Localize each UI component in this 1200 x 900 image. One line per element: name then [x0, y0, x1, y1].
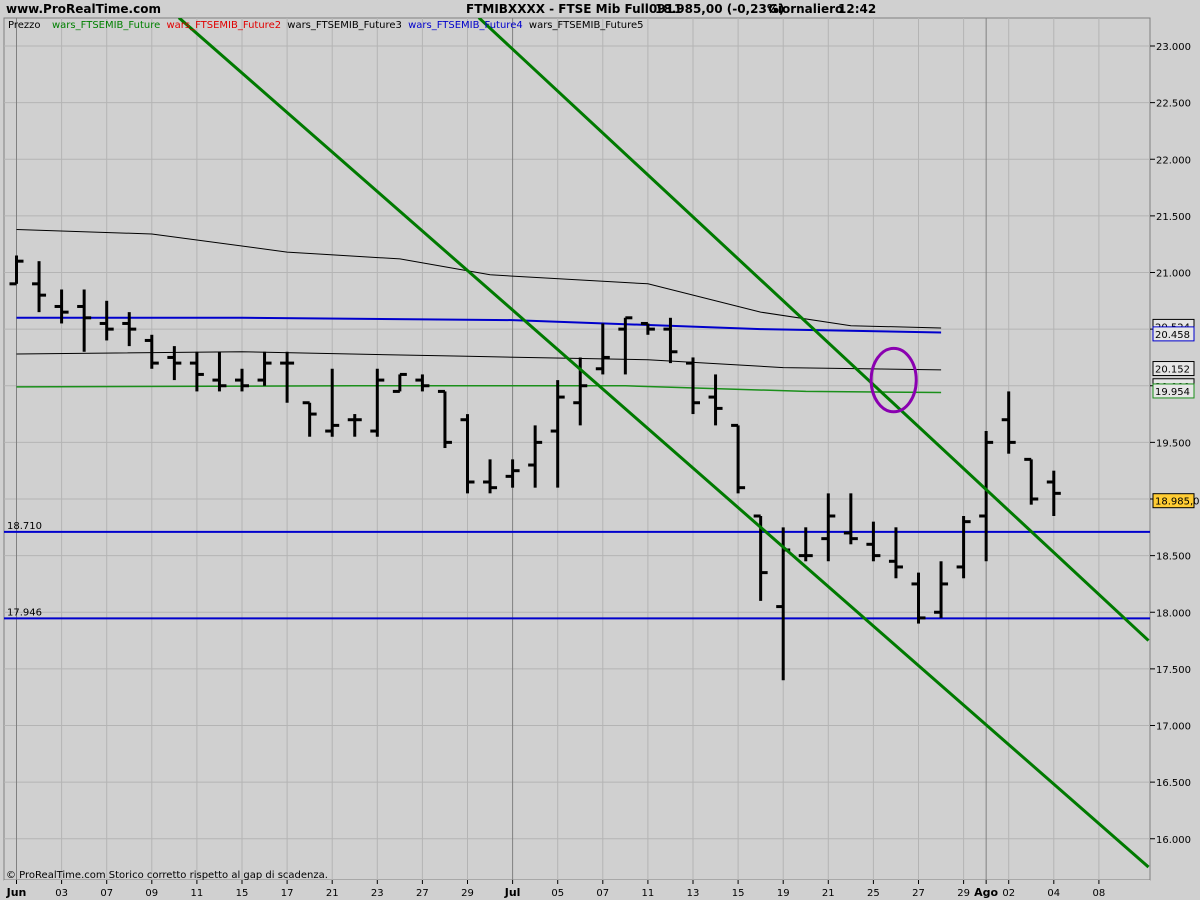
x-tick-label: 09 — [145, 888, 158, 899]
price-tag: 18.985,0 — [1152, 493, 1200, 509]
x-tick-label: 08 — [1093, 888, 1106, 899]
x-tick-label: Jul — [504, 886, 521, 899]
price-tag: 20.458 — [1152, 326, 1195, 342]
x-tick-label: 03 — [55, 888, 68, 899]
x-axis: Jun 03 07 09 11 15 17 21 23 27 29 Jul 05 07 11 13 15 19 21… — [4, 880, 1150, 900]
y-tick-label: 22.000 — [1156, 155, 1191, 166]
period-label: Giornaliero — [768, 2, 843, 16]
y-tick-label: 17.000 — [1156, 722, 1191, 733]
y-tick-label: 19.500 — [1156, 438, 1191, 449]
x-tick-label: 04 — [1047, 888, 1060, 899]
x-tick-label: 21 — [326, 888, 339, 899]
price-tag: 20.152 — [1152, 361, 1195, 377]
x-tick-label: 02 — [1002, 888, 1015, 899]
x-tick-label: 21 — [822, 888, 835, 899]
price-tag-label: 18.985,0 — [1155, 497, 1200, 508]
support-label: 17.946 — [7, 607, 42, 618]
x-tick-label: 05 — [551, 888, 564, 899]
legend-item-2: wars_FTSEMIB_Future2 — [166, 20, 281, 31]
x-tick-label: 07 — [100, 888, 113, 899]
legend-item-1: wars_FTSEMIB_Future — [52, 20, 160, 31]
support-label: 18.710 — [7, 521, 42, 532]
y-tick-label: 22.500 — [1156, 99, 1191, 110]
chart-root: www.ProRealTime.com FTMIBXXXX - FTSE Mib… — [0, 0, 1200, 900]
legend-item-4: wars_FTSEMIB_Future4 — [408, 20, 523, 31]
site-label: www.ProRealTime.com — [6, 2, 161, 16]
x-tick-label: 17 — [281, 888, 294, 899]
x-tick-label: 25 — [867, 888, 880, 899]
price-tag-label: 19.954 — [1155, 387, 1190, 398]
x-tick-label: 15 — [236, 888, 249, 899]
price-tag-label: 20.458 — [1155, 330, 1190, 341]
price-chart: www.ProRealTime.com FTMIBXXXX - FTSE Mib… — [0, 0, 1200, 900]
y-tick-label: 16.500 — [1156, 778, 1191, 789]
price-tag-label: 20.152 — [1155, 365, 1190, 376]
x-tick-label: 13 — [687, 888, 700, 899]
time-label: 12:42 — [838, 2, 876, 16]
x-tick-label: Ago — [974, 886, 998, 899]
y-tick-label: 21.000 — [1156, 269, 1191, 280]
x-tick-label: 23 — [371, 888, 384, 899]
y-tick-label: 23.000 — [1156, 42, 1191, 53]
legend-series: wars_FTSEMIB_Future wars_FTSEMIB_Future2… — [52, 20, 644, 31]
footer-copyright: © ProRealTime.com Storico corretto rispe… — [6, 870, 328, 881]
y-tick-label: 18.000 — [1156, 608, 1191, 619]
x-tick-label: 19 — [777, 888, 790, 899]
legend-item-3: wars_FTSEMIB_Future3 — [287, 20, 402, 31]
x-tick-label: 11 — [191, 888, 204, 899]
chart-title: FTMIBXXXX - FTSE Mib Full0911 — [466, 2, 682, 16]
x-tick-label: 27 — [416, 888, 429, 899]
x-tick-label: 15 — [732, 888, 745, 899]
y-tick-label: 18.500 — [1156, 552, 1191, 563]
x-tick-label: 07 — [596, 888, 609, 899]
last-price: 18.985,00 (-0,23%) — [655, 2, 784, 16]
plot-area — [3, 17, 1151, 881]
legend-item-5: wars_FTSEMIB_Future5 — [529, 20, 644, 31]
y-tick-label: 16.000 — [1156, 835, 1191, 846]
y-tick-label: 21.500 — [1156, 212, 1191, 223]
x-tick-label: 27 — [912, 888, 925, 899]
price-tag: 19.954 — [1152, 383, 1195, 399]
y-axis: 23.00022.50022.00021.50021.00020.50020.0… — [1150, 42, 1191, 846]
x-tick-label: 11 — [642, 888, 655, 899]
y-tick-label: 17.500 — [1156, 665, 1191, 676]
x-tick-label: 29 — [461, 888, 474, 899]
x-tick-label: Jun — [6, 886, 27, 899]
legend-prezzo: Prezzo — [8, 20, 41, 31]
x-tick-label: 29 — [957, 888, 970, 899]
